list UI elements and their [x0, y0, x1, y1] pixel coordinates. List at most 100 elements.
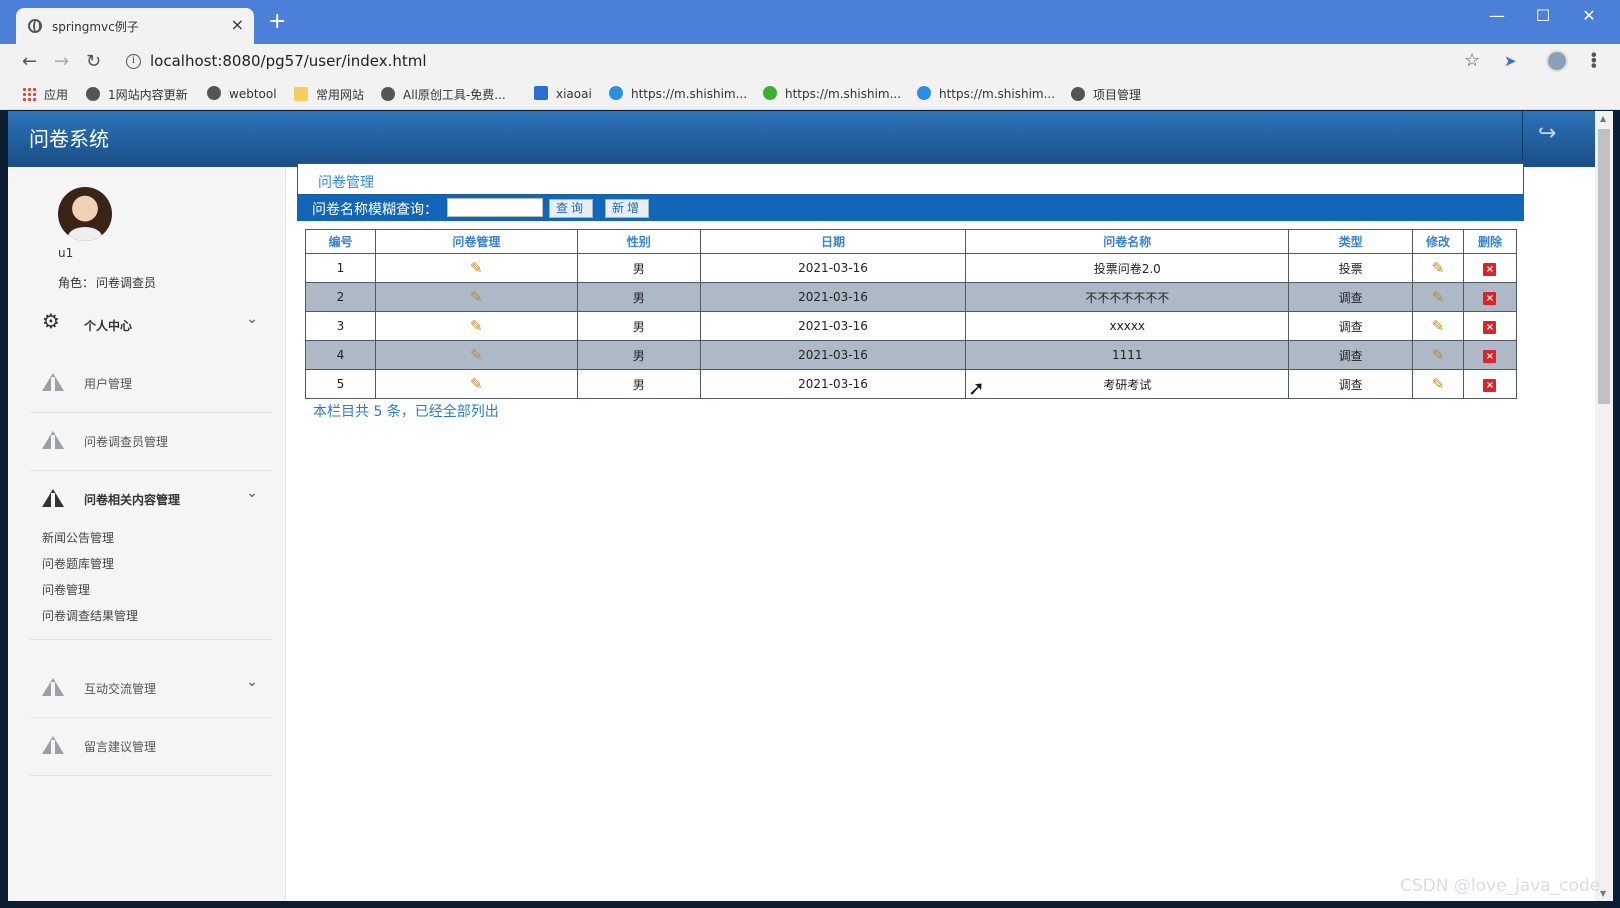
pencil-icon[interactable]: ✎	[470, 259, 483, 277]
delete-icon[interactable]: ×	[1483, 262, 1497, 276]
maximize-button[interactable]: ☐	[1528, 6, 1558, 25]
menu-label: 问卷调查员管理	[84, 435, 169, 449]
menu-label: 用户管理	[84, 377, 133, 391]
pencil-icon[interactable]: ✎	[470, 346, 483, 364]
browser-menu-icon[interactable]: •••	[1584, 50, 1603, 66]
cell-gender: 男	[576, 282, 701, 312]
scroll-down-icon[interactable]: ▼	[1600, 889, 1606, 898]
delete-icon[interactable]: ×	[1483, 349, 1497, 363]
menu-item-survey-content-management[interactable]: 问卷相关内容管理 ⌄	[30, 471, 272, 529]
watermark: CSDN @love_java_code	[1400, 876, 1601, 896]
table-row: 3 ✎ 男 2021-03-16 xxxxx 调查 ✎ ×	[305, 311, 1518, 341]
scroll-up-icon[interactable]: ▲	[1600, 114, 1606, 123]
pencil-icon[interactable]: ✎	[470, 317, 483, 335]
edit-cell: ✎	[1412, 369, 1464, 399]
pencil-icon[interactable]: ✎	[1432, 375, 1445, 393]
wechat-icon	[763, 86, 777, 100]
scroll-thumb[interactable]	[1598, 129, 1610, 404]
column-header: 性别	[576, 229, 701, 254]
road-icon	[42, 431, 64, 449]
pencil-icon[interactable]: ✎	[1432, 259, 1445, 277]
search-button[interactable]: 查询	[549, 199, 594, 218]
delete-icon[interactable]: ×	[1483, 291, 1497, 305]
cell-name: 考研考试	[965, 369, 1290, 399]
address-bar[interactable]: localhost:8080/pg57/user/index.html	[150, 52, 427, 70]
road-icon	[42, 489, 64, 507]
cell-name: 投票问卷2.0	[965, 253, 1290, 283]
search-input[interactable]	[447, 198, 543, 217]
browser-toolbar: ← → ↻ i localhost:8080/pg57/user/index.h…	[0, 44, 1620, 80]
edit-cell: ✎	[1412, 340, 1464, 370]
divider	[30, 639, 272, 640]
menu-item-interaction-management[interactable]: 互动交流管理 ⌄	[30, 660, 272, 718]
back-button[interactable]: ←	[22, 51, 37, 72]
menu-item-user-management[interactable]: 用户管理	[30, 355, 272, 413]
cell-id: 2	[305, 282, 376, 312]
app-title: 问卷系统	[29, 127, 109, 151]
site-info-icon[interactable]: i	[126, 54, 141, 69]
submenu-item-survey-results[interactable]: 问卷调查结果管理	[42, 607, 138, 624]
menu-item-message-management[interactable]: 留言建议管理	[30, 718, 272, 776]
close-window-button[interactable]: ✕	[1574, 6, 1604, 25]
submenu-item-survey-management[interactable]: 问卷管理	[42, 581, 90, 598]
add-button[interactable]: 新增	[605, 199, 650, 218]
browser-tab[interactable]: springmvc例子 ×	[16, 8, 254, 44]
delete-icon[interactable]: ×	[1483, 378, 1497, 392]
bookmark-item[interactable]: 应用	[22, 86, 68, 103]
submenu-item-news[interactable]: 新闻公告管理	[42, 529, 114, 546]
delete-cell: ×	[1462, 253, 1518, 283]
folder-icon	[294, 87, 308, 101]
manage-cell: ✎	[374, 369, 578, 399]
bookmark-item[interactable]: webtool	[207, 86, 277, 101]
c-icon	[609, 86, 623, 100]
scrollbar[interactable]: ▲ ▼	[1595, 111, 1613, 901]
reload-button[interactable]: ↻	[86, 51, 101, 72]
pencil-icon[interactable]: ✎	[470, 288, 483, 306]
cell-type: 调查	[1288, 340, 1414, 370]
delete-icon[interactable]: ×	[1483, 320, 1497, 334]
pencil-icon[interactable]: ✎	[1432, 288, 1445, 306]
cell-type: 投票	[1288, 253, 1414, 283]
bookmark-item[interactable]: https://m.shishim...	[763, 86, 901, 101]
submenu-item-question-bank[interactable]: 问卷题库管理	[42, 555, 114, 572]
avatar	[58, 187, 112, 241]
cell-gender: 男	[576, 340, 701, 370]
cell-name: xxxxx	[965, 311, 1290, 341]
tab-close-icon[interactable]: ×	[231, 15, 244, 34]
pencil-icon[interactable]: ✎	[470, 375, 483, 393]
menu-label: 问卷相关内容管理	[84, 493, 181, 507]
manage-cell: ✎	[374, 253, 578, 283]
bookmark-star-icon[interactable]: ☆	[1464, 50, 1480, 71]
bookmark-item[interactable]: https://m.shishim...	[917, 86, 1055, 101]
browser-titlebar: springmvc例子 × + — ☐ ✕	[0, 0, 1620, 44]
cell-date: 2021-03-16	[699, 340, 967, 370]
pencil-icon[interactable]: ✎	[1432, 317, 1445, 335]
cell-type: 调查	[1288, 282, 1414, 312]
bookmark-item[interactable]: https://m.shishim...	[609, 86, 747, 101]
logout-icon[interactable]: ↪	[1538, 121, 1556, 146]
search-bar: 问卷名称模糊查询： 查询 新增	[297, 195, 1524, 221]
search-label: 问卷名称模糊查询：	[312, 202, 438, 218]
menu-item-surveyor-management[interactable]: 问卷调查员管理	[30, 413, 272, 471]
minimize-button[interactable]: —	[1482, 6, 1512, 25]
delete-cell: ×	[1462, 369, 1518, 399]
sidebar: u1 角色： 问卷调查员 ⚙ 个人中心 ⌄ 用户管理 问卷调查员管理 问卷相关内容…	[8, 167, 286, 901]
gear-icon: ⚙	[42, 309, 60, 333]
menu-label: 留言建议管理	[84, 740, 157, 754]
table-summary: 本栏目共 5 条，已经全部列出	[313, 404, 499, 420]
cell-id: 3	[305, 311, 376, 341]
bookmark-item[interactable]: 1网站内容更新	[86, 86, 188, 103]
cell-gender: 男	[576, 369, 701, 399]
bookmark-item[interactable]: 常用网站	[294, 86, 364, 103]
pencil-icon[interactable]: ✎	[1432, 346, 1445, 364]
profile-avatar[interactable]	[1546, 50, 1568, 72]
forward-button[interactable]: →	[54, 51, 69, 72]
bookmark-item[interactable]: All原创工具-免费...	[381, 86, 506, 103]
bookmark-item[interactable]: 项目管理	[1071, 86, 1141, 103]
panel-title: 问卷管理	[318, 175, 374, 191]
desktop-edge	[0, 901, 1620, 908]
extension-icon[interactable]: ➤	[1504, 52, 1517, 70]
menu-item-personal-center[interactable]: ⚙ 个人中心 ⌄	[30, 297, 272, 355]
new-tab-button[interactable]: +	[268, 11, 286, 33]
bookmark-item[interactable]: xiaoai	[534, 86, 592, 101]
